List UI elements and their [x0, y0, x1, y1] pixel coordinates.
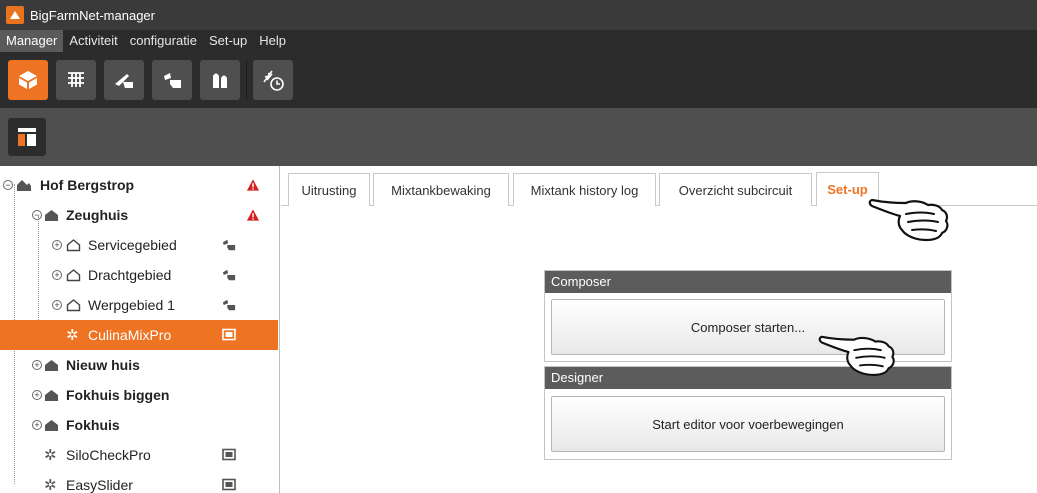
house-icon [45, 420, 58, 431]
designer-panel: Designer Start editor voor voerbeweginge… [544, 366, 952, 460]
window-title: BigFarmNet-manager [30, 7, 155, 23]
tree-item-label: Zeughuis [66, 207, 129, 223]
app-logo-icon [6, 6, 24, 24]
toolbar-shovel-button[interactable] [104, 60, 144, 100]
menu-help[interactable]: Help [253, 30, 292, 52]
tree-item-label: EasySlider [66, 477, 133, 493]
pointing-hand-icon [868, 198, 949, 242]
gear-icon: ✲ [44, 447, 57, 464]
area-icon [66, 269, 81, 282]
expand-toggle-icon[interactable]: + [32, 360, 42, 370]
tree-item-fokhuis-biggen[interactable]: + Fokhuis biggen [0, 380, 278, 410]
tree-item-label: Fokhuis [66, 417, 120, 433]
toolbar-cube-button[interactable] [8, 60, 48, 100]
tree-item-zeughuis[interactable]: − Zeughuis [0, 200, 278, 230]
expand-toggle-icon[interactable]: + [52, 300, 62, 310]
feed-icon [164, 73, 181, 88]
layout-icon [18, 128, 36, 146]
monitor-icon [222, 448, 236, 461]
sub-toolbar [0, 108, 1037, 166]
layout-button[interactable] [8, 118, 46, 156]
toolbar-separator [246, 60, 247, 100]
menu-configuratie[interactable]: configuratie [124, 30, 203, 52]
expand-toggle-icon[interactable]: + [32, 390, 42, 400]
tree-item-silocheckpro[interactable]: ✲ SiloCheckPro [0, 440, 278, 470]
tab-mixtank-history-log[interactable]: Mixtank history log [513, 173, 656, 206]
menu-activiteit[interactable]: Activiteit [63, 30, 123, 52]
tree-item-label: Drachtgebied [88, 267, 172, 283]
warning-icon [246, 209, 260, 221]
expand-toggle-icon[interactable]: + [32, 420, 42, 430]
tree-item-fokhuis[interactable]: + Fokhuis [0, 410, 278, 440]
tree-item-hof-bergstrop[interactable]: − Hof Bergstrop [0, 170, 278, 200]
farm-icon [17, 180, 31, 191]
tab-uitrusting[interactable]: Uitrusting [288, 173, 370, 206]
collapse-toggle-icon[interactable]: − [32, 210, 42, 220]
expand-toggle-icon[interactable]: + [52, 240, 62, 250]
tab-mixtankbewaking[interactable]: Mixtankbewaking [373, 173, 509, 206]
expand-toggle-icon[interactable]: + [52, 270, 62, 280]
tree-item-label: CulinaMixPro [88, 327, 172, 343]
tree-item-label: SiloCheckPro [66, 447, 151, 463]
tree-item-label: Fokhuis biggen [66, 387, 170, 403]
feed-clock-icon [263, 70, 284, 91]
grid-icon [68, 72, 84, 87]
house-icon [45, 210, 58, 221]
tree-sidebar: − Hof Bergstrop − Zeughuis + Servicegebi… [0, 166, 280, 493]
main-toolbar [0, 52, 1037, 108]
tree-item-servicegebied[interactable]: + Servicegebied [0, 230, 278, 260]
area-icon [66, 239, 81, 252]
silo-icon [213, 73, 227, 88]
toolbar-feed-button[interactable] [152, 60, 192, 100]
shovel-icon [115, 74, 133, 88]
toolbar-grid-button[interactable] [56, 60, 96, 100]
menu-bar: Manager Activiteit configuratie Set-up H… [0, 30, 1037, 52]
collapse-toggle-icon[interactable]: − [3, 180, 13, 190]
toolbar-silo-button[interactable] [200, 60, 240, 100]
gear-icon: ✲ [66, 327, 79, 344]
feed-icon [222, 269, 236, 281]
warning-icon [246, 179, 260, 191]
tree-item-label: Servicegebied [88, 237, 177, 253]
start-editor-button[interactable]: Start editor voor voerbewegingen [551, 396, 945, 452]
title-bar: BigFarmNet-manager [0, 0, 1037, 30]
tree-item-culinamixpro[interactable]: ✲ CulinaMixPro [0, 320, 278, 350]
composer-panel-title: Composer [545, 271, 951, 293]
tab-overzicht-subcircuit[interactable]: Overzicht subcircuit [659, 173, 812, 206]
monitor-icon [222, 478, 236, 491]
gear-icon: ✲ [44, 477, 57, 493]
menu-manager[interactable]: Manager [0, 30, 64, 52]
tree-item-easyslider[interactable]: ✲ EasySlider [0, 470, 278, 493]
tree-item-label: Hof Bergstrop [40, 177, 135, 193]
cube-icon [19, 71, 37, 89]
feed-icon [222, 239, 236, 251]
house-icon [45, 360, 58, 371]
tree-item-label: Nieuw huis [66, 357, 140, 373]
menu-setup[interactable]: Set-up [203, 30, 253, 52]
house-icon [45, 390, 58, 401]
toolbar-feed-clock-button[interactable] [253, 60, 293, 100]
area-icon [66, 299, 81, 312]
tree-item-drachtgebied[interactable]: + Drachtgebied [0, 260, 278, 290]
feed-icon [222, 299, 236, 311]
tree-item-label: Werpgebied 1 [88, 297, 175, 313]
tree-item-werpgebied-1[interactable]: + Werpgebied 1 [0, 290, 278, 320]
pointing-hand-icon [818, 335, 895, 376]
monitor-icon [222, 328, 236, 341]
tree-item-nieuw-huis[interactable]: + Nieuw huis [0, 350, 278, 380]
